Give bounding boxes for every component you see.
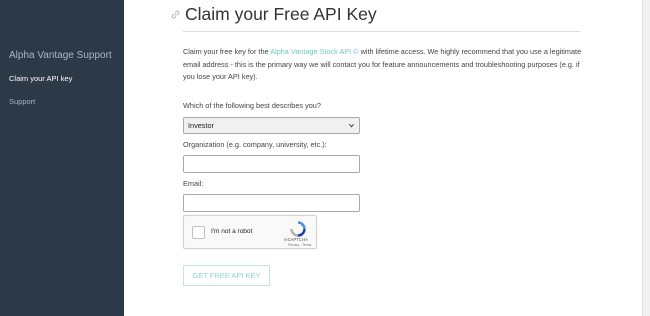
- recaptcha-label: I'm not a robot: [211, 228, 253, 235]
- role-select-value: Investor: [188, 121, 214, 130]
- page-title: Claim your Free API Key: [185, 4, 377, 24]
- api-link[interactable]: Alpha Vantage Stock API ©: [270, 47, 358, 56]
- page-scrollbar[interactable]: [642, 0, 650, 316]
- intro-text-start: Claim your free key for the: [183, 47, 271, 56]
- intro-text: Claim your free key for the Alpha Vantag…: [183, 46, 583, 84]
- link-icon[interactable]: [170, 9, 181, 20]
- recaptcha-checkbox[interactable]: [192, 226, 205, 239]
- sidebar: Alpha Vantage Support Claim your API key…: [0, 0, 124, 316]
- organization-input[interactable]: [183, 155, 360, 173]
- email-input[interactable]: [183, 194, 360, 212]
- chevron-down-icon: [349, 123, 354, 128]
- page-header: Claim your Free API Key: [170, 4, 377, 25]
- recaptcha-brand: reCAPTCHA: [284, 237, 308, 242]
- recaptcha-widget: I'm not a robot reCAPTCHA Privacy - Term…: [183, 215, 317, 249]
- sidebar-title: Alpha Vantage Support: [9, 50, 112, 61]
- organization-label: Organization (e.g. company, university, …: [183, 140, 327, 149]
- email-label: Email:: [183, 179, 204, 188]
- recaptcha-links: Privacy - Terms: [288, 243, 312, 247]
- sidebar-item-claim-api-key[interactable]: Claim your API key: [9, 74, 72, 83]
- role-select[interactable]: Investor: [183, 117, 360, 134]
- sidebar-item-support[interactable]: Support: [9, 97, 35, 106]
- recaptcha-privacy-link[interactable]: Privacy: [288, 243, 299, 247]
- role-question-label: Which of the following best describes yo…: [183, 101, 321, 110]
- title-divider: [183, 31, 580, 32]
- recaptcha-logo-icon: [290, 221, 306, 237]
- recaptcha-terms-link[interactable]: Terms: [302, 243, 311, 247]
- get-free-api-key-button[interactable]: GET FREE API KEY: [183, 265, 270, 286]
